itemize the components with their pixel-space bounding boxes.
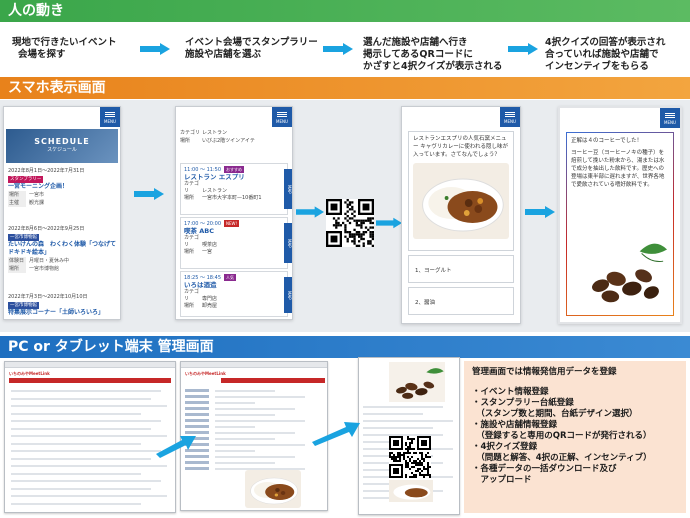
pc-row-placeholder bbox=[11, 427, 151, 430]
phone-result-screen: MENU 正解は４のコーヒーでした！ ヨーヒー豆（ヨーヒーノキの種子）を焙煎して… bbox=[558, 106, 682, 324]
quiz-answer-option[interactable]: 1、ヨーグルト bbox=[408, 255, 514, 283]
menu-button[interactable]: MENU bbox=[660, 108, 680, 128]
pc-label-placeholder bbox=[185, 467, 209, 470]
section-smartphone-screens: スマホ表示画面 bbox=[0, 77, 690, 99]
menu-button[interactable]: MENU bbox=[272, 107, 292, 127]
qr-code-icon bbox=[326, 199, 374, 247]
pc-row-placeholder bbox=[363, 406, 443, 408]
pc-row-placeholder bbox=[215, 438, 275, 440]
pc-row-placeholder bbox=[215, 444, 305, 446]
phone-shop-list-screen: MENU カテゴリ レストラン 場所 いびぶ2階ツインアイテ 11:00 〜 11:… bbox=[175, 106, 293, 320]
shop-card[interactable]: 17:00 〜 20:00 NEW! 喫茶 ABC カテゴリ 喫茶店 場所 一宮 bbox=[180, 217, 288, 269]
admin-description: 管理画面では情報発信用データを登録 ・イベント情報登録 ・スタンプラリー台紙登録… bbox=[464, 361, 686, 513]
step-3: 選んだ施設や店舗へ行き 掲示してあるQRコードに かざすと4択クイズが表示される bbox=[363, 37, 503, 72]
quiz-answer-option[interactable]: 2、醤油 bbox=[408, 287, 514, 315]
pc-label-placeholder bbox=[185, 413, 209, 416]
pc-row-placeholder bbox=[215, 408, 295, 410]
pc-label-placeholder bbox=[185, 419, 209, 422]
flow-arrow-icon bbox=[134, 188, 164, 200]
pc-row-placeholder bbox=[215, 432, 295, 434]
pc-row-placeholder bbox=[215, 456, 295, 458]
pc-nav-bar[interactable] bbox=[9, 378, 171, 383]
map-tab[interactable]: MAP bbox=[284, 277, 292, 313]
event-item[interactable]: 2022年8月6日〜2022年9月25日 一宮市博物館 たいけんの森 わくわく体… bbox=[8, 225, 118, 273]
curry-photo bbox=[413, 163, 509, 239]
quiz-question: レストランエスプリの人気石窯メニュー キャヴリカレーに使われる隠し味が入っていま… bbox=[408, 131, 514, 251]
curry-photo bbox=[245, 470, 301, 508]
event-item[interactable]: 2022年7月3日〜2022年10月10日 一宮市博物館 特集展示コーナー「土師… bbox=[8, 293, 118, 317]
pc-row-placeholder bbox=[11, 420, 161, 422]
pc-row-placeholder bbox=[363, 427, 433, 429]
pc-list-window: いちのみやMeetLink bbox=[4, 361, 176, 513]
shop-card[interactable]: 11:00 〜 11:50 おすすめ レストラン エスプリ カテゴリ レストラン 場… bbox=[180, 163, 288, 215]
pc-row-placeholder bbox=[11, 472, 141, 475]
pc-row-placeholder bbox=[215, 414, 275, 416]
pc-row-placeholder bbox=[11, 435, 167, 437]
pc-row-placeholder bbox=[11, 457, 151, 460]
pc-row-placeholder bbox=[215, 426, 255, 428]
event-item[interactable]: 2022年8月1日〜2022年7月31日 スタンプラリー 一宮モーニング企画！ … bbox=[8, 167, 118, 207]
pc-row-placeholder bbox=[11, 442, 141, 445]
pc-row-placeholder bbox=[11, 450, 161, 452]
pc-label-placeholder bbox=[185, 425, 209, 428]
map-tab[interactable]: MAP bbox=[284, 223, 292, 263]
pc-label-placeholder bbox=[185, 407, 209, 410]
pc-row-placeholder bbox=[11, 390, 161, 392]
flow-arrow-icon bbox=[508, 43, 538, 55]
flow-arrow-icon bbox=[525, 206, 555, 218]
shop-card[interactable]: 18:25 〜 18:45 人気 いろは酒造 カテゴリ 専門店 場所 卸売屋 bbox=[180, 271, 288, 317]
pc-nav-bar[interactable] bbox=[221, 378, 325, 383]
pc-row-placeholder bbox=[11, 480, 161, 482]
pc-form-window: いちのみやMeetLink bbox=[180, 361, 328, 511]
pc-row-placeholder bbox=[215, 462, 275, 464]
step-2: イベント会場でスタンプラリー 施設や店舗を選ぶ bbox=[185, 37, 318, 60]
section-pc-admin: PC or タブレット端末 管理画面 bbox=[0, 336, 690, 358]
phone-schedule-screen: MENU SCHEDULE スケジュール 2022年8月1日〜2022年7月31… bbox=[3, 106, 121, 320]
step-1: 現地で行きたいイベント 会場を探す bbox=[12, 37, 117, 60]
flow-arrow-icon bbox=[376, 217, 402, 229]
coffee-beans-image bbox=[389, 362, 445, 402]
menu-button[interactable]: MENU bbox=[100, 107, 120, 127]
flow-arrow-icon bbox=[323, 43, 353, 55]
pc-row-placeholder bbox=[11, 405, 167, 407]
curry-photo bbox=[389, 480, 433, 502]
pc-label-placeholder bbox=[185, 389, 209, 392]
pc-label-placeholder bbox=[185, 395, 209, 398]
flow-arrow-icon bbox=[156, 436, 196, 458]
qr-code-icon bbox=[389, 436, 431, 478]
step-4: 4択クイズの回答が表示され 合っていれば施設や店舗で インセンティブをもらる bbox=[545, 37, 666, 72]
pc-row-placeholder bbox=[215, 450, 255, 452]
flow-arrow-icon bbox=[296, 206, 324, 218]
pc-row-placeholder bbox=[11, 487, 151, 490]
quiz-result: 正解は４のコーヒーでした！ ヨーヒー豆（ヨーヒーノキの種子）を焙煎して挽いた粉末… bbox=[566, 132, 674, 316]
menu-button[interactable]: MENU bbox=[500, 107, 520, 127]
pc-label-placeholder bbox=[185, 461, 209, 464]
pc-row-placeholder bbox=[11, 502, 141, 505]
pc-label-placeholder bbox=[185, 401, 209, 404]
shop-top-info: カテゴリ レストラン 場所 いびぶ2階ツインアイテ bbox=[180, 130, 255, 144]
pc-row-placeholder bbox=[11, 465, 167, 467]
pc-quiz-window bbox=[358, 357, 460, 515]
pc-row-placeholder bbox=[363, 413, 423, 415]
coffee-beans-image bbox=[581, 231, 669, 309]
pc-row-placeholder bbox=[363, 420, 453, 422]
phone-quiz-screen: MENU レストランエスプリの人気石窯メニュー キャヴリカレーに使われる隠し味が… bbox=[401, 106, 521, 324]
map-tab[interactable]: MAP bbox=[284, 169, 292, 209]
pc-row-placeholder bbox=[215, 396, 305, 398]
pc-row-placeholder bbox=[215, 402, 255, 404]
pc-row-placeholder bbox=[215, 420, 305, 422]
schedule-header: SCHEDULE スケジュール bbox=[6, 129, 118, 163]
pc-row-placeholder bbox=[11, 495, 167, 497]
pc-row-placeholder bbox=[215, 390, 275, 392]
pc-row-placeholder bbox=[11, 412, 141, 415]
section-people-flow: 人の動き bbox=[0, 0, 690, 22]
flow-arrow-icon bbox=[312, 422, 360, 446]
flow-arrow-icon bbox=[140, 43, 170, 55]
pc-row-placeholder bbox=[11, 397, 151, 400]
